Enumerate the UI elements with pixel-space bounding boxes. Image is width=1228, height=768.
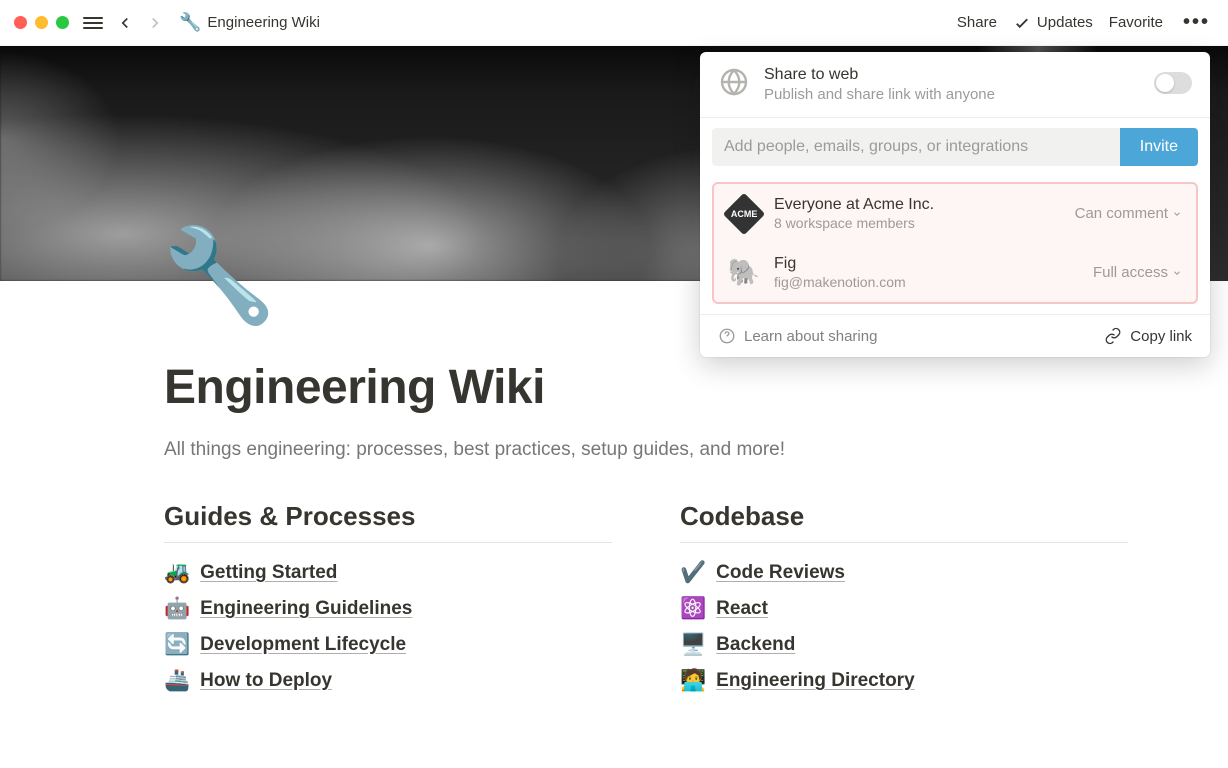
page-link[interactable]: Getting Started bbox=[200, 562, 337, 584]
more-menu-button[interactable]: ••• bbox=[1179, 11, 1214, 34]
avatar: 🐘 bbox=[728, 257, 760, 289]
sidebar-toggle-button[interactable] bbox=[83, 13, 103, 33]
permission-label: Full access bbox=[1093, 264, 1168, 281]
person-info: Figfig@makenotion.com bbox=[774, 255, 1079, 290]
person-detail: 8 workspace members bbox=[774, 215, 1061, 231]
page-link[interactable]: Development Lifecycle bbox=[200, 634, 406, 656]
person-info: Everyone at Acme Inc.8 workspace members bbox=[774, 196, 1061, 231]
list-item-icon: 🧑‍💻 bbox=[680, 669, 706, 693]
avatar: ACME bbox=[728, 198, 760, 230]
page-link[interactable]: Engineering Directory bbox=[716, 670, 915, 692]
list-item: 🚜 Getting Started bbox=[164, 561, 612, 585]
shared-people-list: ACME Everyone at Acme Inc.8 workspace mem… bbox=[712, 182, 1198, 304]
nav-forward-button[interactable] bbox=[143, 11, 167, 35]
breadcrumb[interactable]: Engineering Wiki bbox=[207, 14, 320, 31]
minimize-window-button[interactable] bbox=[35, 16, 48, 29]
page-title[interactable]: Engineering Wiki bbox=[164, 360, 1128, 415]
nav-back-button[interactable] bbox=[113, 11, 137, 35]
close-window-button[interactable] bbox=[14, 16, 27, 29]
list-item: 🚢 How to Deploy bbox=[164, 669, 612, 693]
list-item-icon: ⚛️ bbox=[680, 597, 706, 621]
list-item-icon: 🚜 bbox=[164, 561, 190, 585]
list-item-icon: 🔄 bbox=[164, 633, 190, 657]
shared-person-row: 🐘 Figfig@makenotion.com Full access bbox=[714, 243, 1196, 302]
person-name: Everyone at Acme Inc. bbox=[774, 196, 1061, 214]
share-button[interactable]: Share bbox=[957, 14, 997, 31]
list-item: 🧑‍💻 Engineering Directory bbox=[680, 669, 1128, 693]
share-web-subtitle: Publish and share link with anyone bbox=[764, 86, 1140, 103]
list-item: ✔️ Code Reviews bbox=[680, 561, 1128, 585]
chevron-down-icon bbox=[1172, 209, 1182, 219]
breadcrumb-icon: 🔧 bbox=[179, 12, 201, 33]
column-heading[interactable]: Codebase bbox=[680, 501, 1128, 543]
favorite-button[interactable]: Favorite bbox=[1109, 14, 1163, 31]
list-item-icon: 🚢 bbox=[164, 669, 190, 693]
permission-label: Can comment bbox=[1075, 205, 1168, 222]
link-icon bbox=[1104, 327, 1122, 345]
invite-button[interactable]: Invite bbox=[1120, 128, 1198, 166]
page-link[interactable]: Backend bbox=[716, 634, 795, 656]
column: Guides & Processes 🚜 Getting Started 🤖 Engin… bbox=[164, 501, 612, 705]
share-to-web-row: Share to web Publish and share link with… bbox=[700, 52, 1210, 117]
list-item: 🔄 Development Lifecycle bbox=[164, 633, 612, 657]
link-list: ✔️ Code Reviews ⚛️ React 🖥️ Backend 🧑‍💻 Enginee… bbox=[680, 561, 1128, 693]
column: Codebase ✔️ Code Reviews ⚛️ React 🖥️ Backend 🧑‍… bbox=[680, 501, 1128, 705]
list-item-icon: 🤖 bbox=[164, 597, 190, 621]
share-footer: Learn about sharing Copy link bbox=[700, 315, 1210, 357]
nav-arrows bbox=[113, 11, 167, 35]
page-link[interactable]: Code Reviews bbox=[716, 562, 845, 584]
shared-person-row: ACME Everyone at Acme Inc.8 workspace mem… bbox=[714, 184, 1196, 243]
column-heading[interactable]: Guides & Processes bbox=[164, 501, 612, 543]
copy-link-button[interactable]: Copy link bbox=[1104, 327, 1192, 345]
globe-icon bbox=[718, 66, 750, 98]
page-link[interactable]: React bbox=[716, 598, 768, 620]
permission-dropdown[interactable]: Can comment bbox=[1075, 205, 1182, 222]
list-item: 🤖 Engineering Guidelines bbox=[164, 597, 612, 621]
share-web-toggle[interactable] bbox=[1154, 72, 1192, 94]
share-web-title: Share to web bbox=[764, 66, 1140, 84]
share-popover: Share to web Publish and share link with… bbox=[700, 52, 1210, 357]
chevron-down-icon bbox=[1172, 268, 1182, 278]
learn-sharing-label: Learn about sharing bbox=[744, 328, 877, 345]
help-icon bbox=[718, 327, 736, 345]
maximize-window-button[interactable] bbox=[56, 16, 69, 29]
list-item: ⚛️ React bbox=[680, 597, 1128, 621]
link-list: 🚜 Getting Started 🤖 Engineering Guidelines 🔄… bbox=[164, 561, 612, 693]
list-item: 🖥️ Backend bbox=[680, 633, 1128, 657]
permission-dropdown[interactable]: Full access bbox=[1093, 264, 1182, 281]
page-link[interactable]: Engineering Guidelines bbox=[200, 598, 412, 620]
page-icon[interactable]: 🔧 bbox=[162, 223, 277, 330]
learn-sharing-link[interactable]: Learn about sharing bbox=[718, 327, 877, 345]
updates-button[interactable]: Updates bbox=[1013, 14, 1093, 32]
page-content: Engineering Wiki All things engineering:… bbox=[164, 360, 1128, 705]
invite-input[interactable] bbox=[712, 128, 1120, 166]
updates-label: Updates bbox=[1037, 14, 1093, 31]
window-controls bbox=[14, 16, 69, 29]
list-item-icon: ✔️ bbox=[680, 561, 706, 585]
page-description[interactable]: All things engineering: processes, best … bbox=[164, 439, 1128, 461]
invite-row: Invite bbox=[700, 118, 1210, 176]
checkmark-icon bbox=[1013, 14, 1031, 32]
list-item-icon: 🖥️ bbox=[680, 633, 706, 657]
page-link[interactable]: How to Deploy bbox=[200, 670, 332, 692]
copy-link-label: Copy link bbox=[1130, 328, 1192, 345]
top-toolbar: 🔧 Engineering Wiki Share Updates Favorit… bbox=[0, 0, 1228, 46]
person-detail: fig@makenotion.com bbox=[774, 274, 1079, 290]
person-name: Fig bbox=[774, 255, 1079, 273]
